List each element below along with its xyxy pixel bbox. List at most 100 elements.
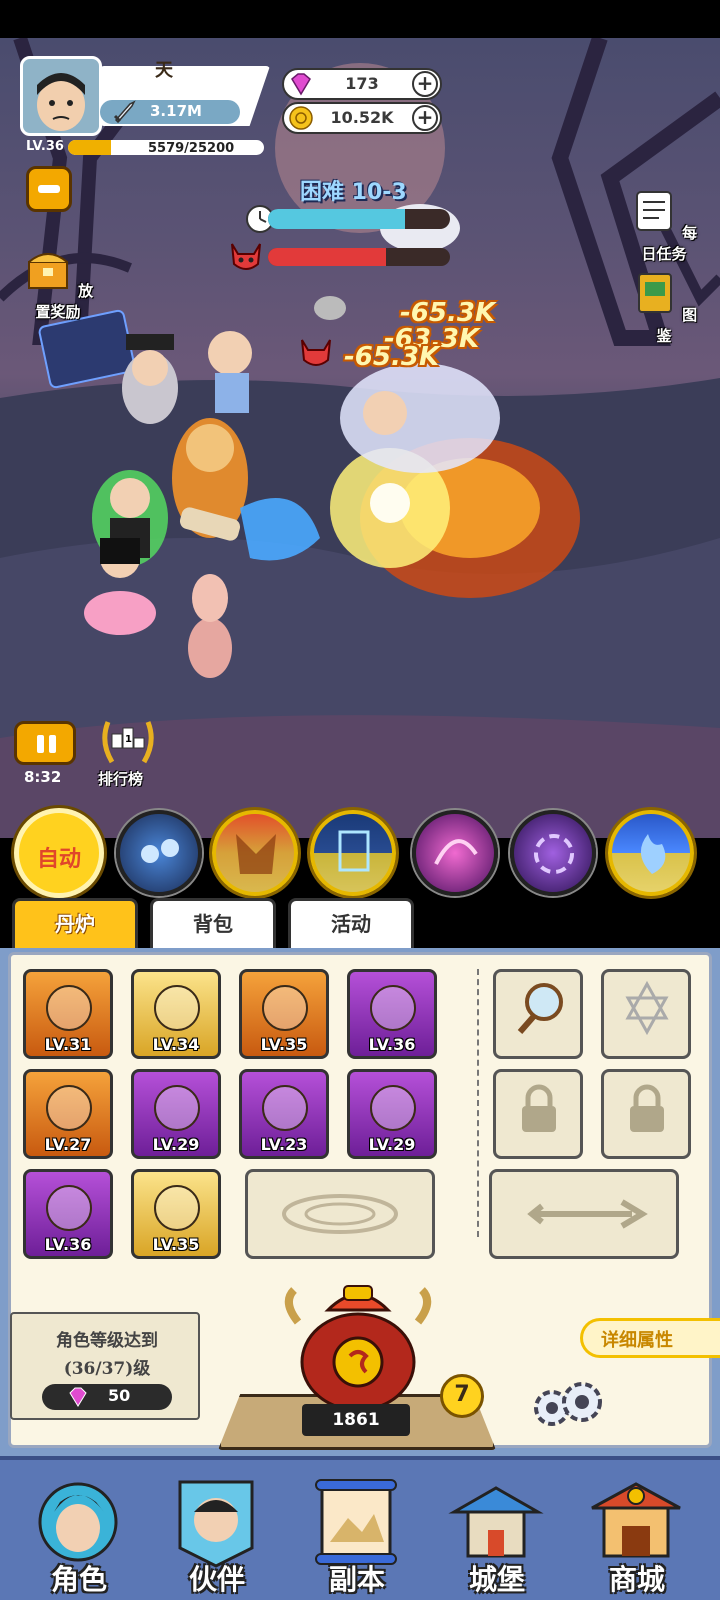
nav-shop[interactable]: 商城 xyxy=(572,1460,702,1600)
vortex-icon xyxy=(534,834,574,874)
nav-dungeon-label: 副本 xyxy=(328,1563,385,1596)
boss-demon-icon xyxy=(231,243,261,270)
armor-icon xyxy=(262,985,308,1031)
lock-icon xyxy=(630,1084,664,1132)
boots-icon xyxy=(154,1185,200,1231)
spiral-disc-icon xyxy=(154,1085,200,1131)
gold-coin-icon xyxy=(289,106,313,130)
formation-slot[interactable] xyxy=(245,1169,435,1259)
tab-furnace[interactable]: 丹炉 xyxy=(12,898,138,948)
menu-button[interactable] xyxy=(26,166,72,212)
ranking-label[interactable]: 排行榜 xyxy=(98,768,143,789)
equipment-slot[interactable]: LV.36 xyxy=(347,969,437,1059)
mirror-slot[interactable] xyxy=(493,969,583,1059)
stage-timer-fill xyxy=(268,209,405,229)
equipment-level: LV.35 xyxy=(260,1035,308,1054)
gem-value: 173 xyxy=(345,74,379,93)
tab-backpack[interactable]: 背包 xyxy=(150,898,276,948)
daily-tasks-button[interactable]: 每日任务 xyxy=(624,188,704,264)
gear-icon[interactable] xyxy=(524,1374,610,1434)
nav-dungeon[interactable]: 副本 xyxy=(292,1460,422,1600)
equipment-level: LV.36 xyxy=(368,1035,416,1054)
codex-button[interactable]: 图鉴 xyxy=(624,270,704,346)
codex-book-icon xyxy=(637,273,672,313)
equipment-slot[interactable]: LV.29 xyxy=(131,1069,221,1159)
equipment-slot[interactable]: LV.23 xyxy=(239,1069,329,1159)
equipment-slot[interactable]: LV.35 xyxy=(239,969,329,1059)
idle-reward-button[interactable]: 放置奖励 xyxy=(18,248,98,322)
bottom-nav: 角色 伙伴 副本 城堡 商城 xyxy=(0,1456,720,1600)
avatar-face-icon xyxy=(37,73,85,131)
nav-shop-label: 商城 xyxy=(608,1563,665,1596)
nav-castle-label: 城堡 xyxy=(468,1563,525,1596)
skill-slot[interactable] xyxy=(510,810,596,896)
blue-flame-icon xyxy=(640,834,666,874)
nav-character[interactable]: 角色 xyxy=(14,1460,144,1600)
detail-attributes-button[interactable]: 详细属性 xyxy=(580,1318,720,1358)
character-icon xyxy=(38,1482,118,1562)
equipment-slot[interactable]: LV.35 xyxy=(131,1169,221,1259)
sword-icon xyxy=(46,985,92,1031)
skill-bar: 自动 xyxy=(0,800,720,900)
level-row: LV.36 5579/25200 xyxy=(22,138,264,156)
auto-battle-label: 自动 xyxy=(36,846,81,872)
auto-battle-button[interactable]: 自动 xyxy=(14,808,104,898)
skill-slot[interactable] xyxy=(412,810,498,896)
player-card[interactable] xyxy=(20,56,270,136)
alchemy-furnace-icon[interactable] xyxy=(278,1282,438,1416)
crown-icon xyxy=(46,1085,92,1131)
tab-events[interactable]: 活动 xyxy=(288,898,414,948)
exp-text: 5579/25200 xyxy=(148,141,235,155)
battle-scene: 天 3.17M LV.36 5579/25200 173 + 10.52K + xyxy=(0,38,720,838)
sword-icon xyxy=(113,100,136,124)
nav-castle[interactable]: 城堡 xyxy=(432,1460,562,1600)
status-bar xyxy=(0,0,720,38)
equipment-level: LV.29 xyxy=(152,1135,200,1154)
fire-pearl-icon xyxy=(370,1085,416,1131)
thunder-rune-icon xyxy=(338,830,370,872)
equipment-slot[interactable]: LV.34 xyxy=(131,969,221,1059)
damage-number: -65.3K xyxy=(344,342,440,372)
nav-partners-label: 伙伴 xyxy=(188,1563,245,1596)
equipment-level: LV.35 xyxy=(152,1235,200,1254)
equipment-slot[interactable]: LV.27 xyxy=(23,1069,113,1159)
player-avatar[interactable] xyxy=(20,56,102,136)
requirement-level: (36/37)级 xyxy=(63,1359,151,1379)
hexagram-slot[interactable] xyxy=(601,969,691,1059)
equipment-level: LV.31 xyxy=(44,1035,92,1054)
nav-partners[interactable]: 伙伴 xyxy=(152,1460,282,1600)
locked-slot[interactable] xyxy=(601,1069,691,1159)
ranking-laurel-icon[interactable]: 1 xyxy=(98,712,158,768)
equipment-level: LV.29 xyxy=(368,1135,416,1154)
boss-demon-icon xyxy=(301,339,331,366)
gold-counter: 10.52K + xyxy=(282,102,442,134)
equipment-slot[interactable]: LV.31 xyxy=(23,969,113,1059)
prayer-beads-icon xyxy=(262,1085,308,1131)
exp-bar: 5579/25200 xyxy=(68,140,264,155)
skill-slot[interactable] xyxy=(212,810,298,896)
scroll-map-icon xyxy=(315,1479,397,1565)
locked-slot[interactable] xyxy=(493,1069,583,1159)
exp-fill xyxy=(68,140,112,155)
gold-value: 10.52K xyxy=(330,108,394,127)
battle-time: 8:32 xyxy=(24,768,62,786)
gem-counter: 173 + xyxy=(282,68,442,100)
add-gems-button[interactable]: + xyxy=(412,71,438,97)
equipment-slot[interactable]: LV.29 xyxy=(347,1069,437,1159)
gem-icon xyxy=(291,73,311,96)
skill-slot[interactable] xyxy=(608,810,694,896)
skill-slot[interactable] xyxy=(116,810,202,896)
weapon-slot[interactable] xyxy=(489,1169,679,1259)
stage-timer-bar xyxy=(268,209,450,229)
combat-power-value: 3.17M xyxy=(150,102,202,120)
equipment-slot[interactable]: LV.36 xyxy=(23,1169,113,1259)
skill-slot[interactable] xyxy=(310,810,396,896)
gem-icon xyxy=(69,1387,87,1407)
furnace-count: 1861 xyxy=(302,1404,410,1436)
requirement-cost-value: 50 xyxy=(108,1386,131,1405)
equipment-level: LV.23 xyxy=(260,1135,308,1154)
pause-button[interactable] xyxy=(14,721,76,765)
equipment-level: LV.27 xyxy=(44,1135,92,1154)
add-gold-button[interactable]: + xyxy=(412,105,438,131)
svg-text:1: 1 xyxy=(125,734,132,745)
